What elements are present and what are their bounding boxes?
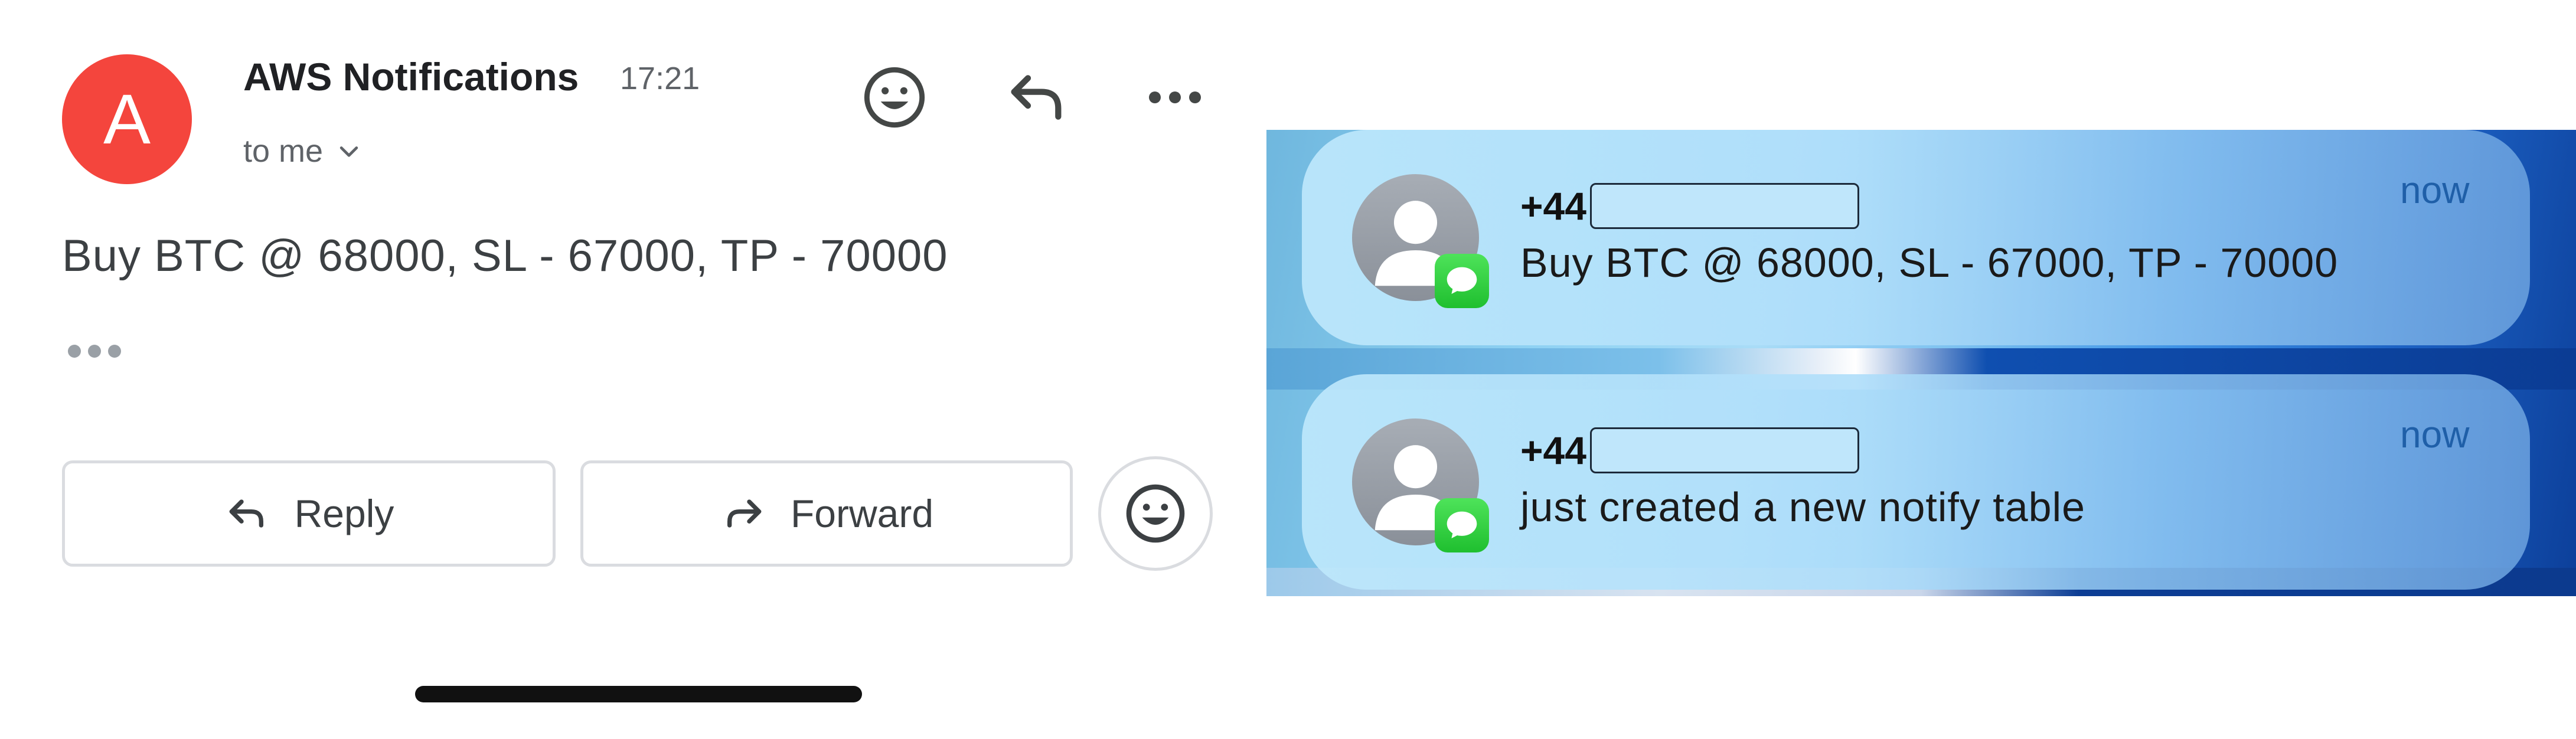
sender-avatar[interactable]: A — [62, 54, 192, 184]
reply-icon-button[interactable] — [998, 59, 1075, 136]
messages-icon — [1447, 511, 1477, 538]
reply-icon — [229, 499, 263, 528]
email-body: Buy BTC @ 68000, SL - 67000, TP - 70000 — [62, 231, 948, 281]
lock-screen-notifications: +44 now Buy BTC @ 68000, SL - 67000, TP … — [1266, 130, 2576, 596]
forward-label: Forward — [790, 492, 934, 535]
notification-time: now — [2400, 169, 2470, 211]
emoji-reaction-button[interactable] — [856, 59, 933, 136]
notification-time: now — [2400, 413, 2470, 456]
messages-app-icon — [1435, 254, 1489, 308]
notification-message: Buy BTC @ 68000, SL - 67000, TP - 70000 — [1520, 240, 2339, 286]
email-time: 17:21 — [620, 61, 700, 96]
messages-app-icon — [1435, 498, 1489, 552]
recipient-toggle[interactable]: to me — [243, 133, 362, 169]
redacted-number-box — [1589, 427, 1859, 473]
notification-sender: +44 — [1520, 427, 1859, 473]
sender-number: +44 — [1520, 184, 1586, 228]
avatar-letter: A — [103, 80, 151, 159]
redacted-number-box — [1589, 183, 1859, 229]
reply-label: Reply — [294, 492, 394, 535]
more-icon — [1149, 91, 1201, 103]
emoji-icon — [864, 67, 925, 128]
messages-icon — [1447, 267, 1477, 294]
notification-message: just created a new notify table — [1520, 484, 2086, 530]
recipient-label: to me — [243, 133, 324, 169]
notification-card[interactable]: +44 now just created a new notify table — [1302, 374, 2530, 590]
sender-name: AWS Notifications — [243, 55, 579, 99]
notification-card[interactable]: +44 now Buy BTC @ 68000, SL - 67000, TP … — [1302, 130, 2530, 345]
chevron-down-icon — [339, 146, 358, 157]
reply-icon — [1011, 75, 1062, 120]
emoji-icon — [1126, 484, 1185, 543]
home-indicator[interactable] — [415, 686, 862, 702]
forward-icon — [727, 499, 762, 528]
show-trimmed-content-button[interactable] — [65, 339, 124, 363]
forward-button[interactable]: Forward — [580, 460, 1073, 567]
more-options-button[interactable] — [1137, 59, 1213, 136]
notification-sender: +44 — [1520, 183, 1859, 229]
emoji-react-button[interactable] — [1098, 456, 1213, 571]
ellipsis-icon — [68, 345, 121, 358]
reply-button[interactable]: Reply — [62, 460, 556, 567]
sender-number: +44 — [1520, 429, 1586, 472]
